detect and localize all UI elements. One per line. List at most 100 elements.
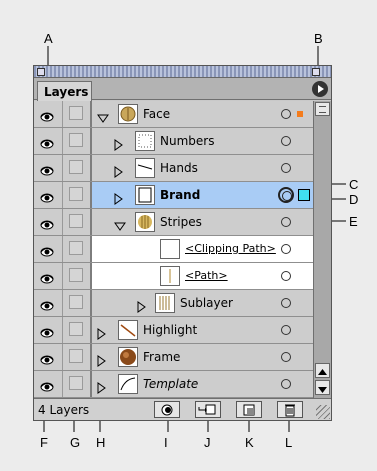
visibility-column[interactable] [34, 317, 63, 343]
lock-toggle-box[interactable] [69, 187, 83, 201]
lock-column[interactable] [63, 182, 92, 208]
visibility-column[interactable] [34, 236, 63, 262]
target-circle-icon[interactable] [281, 352, 291, 362]
layer-name[interactable]: <Path> [185, 269, 228, 282]
layer-content[interactable]: Template [92, 371, 313, 397]
lock-toggle-box[interactable] [69, 349, 83, 363]
visibility-column[interactable] [34, 128, 63, 154]
layer-content[interactable]: Stripes [92, 209, 313, 235]
expand-triangle-closed-icon[interactable] [137, 298, 147, 317]
lock-column[interactable] [63, 344, 92, 370]
layer-row[interactable]: Brand [34, 182, 313, 209]
eye-icon[interactable] [40, 108, 54, 122]
make-clipping-mask-button[interactable] [154, 401, 180, 418]
eye-icon[interactable] [40, 135, 54, 149]
visibility-column[interactable] [34, 209, 63, 235]
scroll-up-arrow[interactable] [315, 363, 330, 378]
target-selected-icon[interactable] [278, 187, 294, 203]
expand-triangle-closed-icon[interactable] [114, 190, 124, 209]
expand-triangle-closed-icon[interactable] [97, 352, 107, 371]
visibility-column[interactable] [34, 371, 63, 397]
eye-icon[interactable] [40, 297, 54, 311]
expand-triangle-closed-icon[interactable] [114, 136, 124, 155]
scrollbar[interactable] [313, 101, 331, 398]
lock-toggle-box[interactable] [69, 133, 83, 147]
close-box-icon[interactable] [37, 68, 45, 76]
target-circle-icon[interactable] [281, 163, 291, 173]
layer-name[interactable]: Frame [143, 350, 180, 364]
layer-row[interactable]: Frame [34, 344, 313, 371]
lock-toggle-box[interactable] [69, 295, 83, 309]
layer-name[interactable]: Brand [160, 188, 200, 202]
target-circle-icon[interactable] [281, 136, 291, 146]
scroll-thumb[interactable] [315, 102, 330, 116]
layer-name[interactable]: Highlight [143, 323, 197, 337]
lock-column[interactable] [63, 371, 92, 397]
lock-column[interactable] [63, 317, 92, 343]
lock-toggle-box[interactable] [69, 376, 83, 390]
layer-content[interactable]: Sublayer [92, 290, 313, 316]
layer-content[interactable]: Brand [92, 182, 313, 208]
target-circle-icon[interactable] [281, 109, 291, 119]
eye-icon[interactable] [40, 378, 54, 392]
lock-column[interactable] [63, 101, 92, 127]
lock-toggle-box[interactable] [69, 322, 83, 336]
layer-name[interactable]: Face [143, 107, 170, 121]
lock-column[interactable] [63, 236, 92, 262]
layer-content[interactable]: Face [92, 101, 313, 127]
panel-menu-button[interactable] [312, 81, 328, 97]
target-circle-icon[interactable] [281, 244, 291, 254]
eye-icon[interactable] [40, 189, 54, 203]
target-circle-icon[interactable] [281, 325, 291, 335]
target-circle-icon[interactable] [281, 379, 291, 389]
new-layer-button[interactable] [236, 401, 262, 418]
layer-row[interactable]: Sublayer [34, 290, 313, 317]
eye-icon[interactable] [40, 243, 54, 257]
expand-triangle-open-icon[interactable] [114, 217, 126, 236]
layer-row[interactable]: Hands [34, 155, 313, 182]
layer-row[interactable]: Stripes [34, 209, 313, 236]
scroll-down-arrow[interactable] [315, 380, 330, 395]
new-sublayer-button[interactable] [195, 401, 221, 418]
visibility-column[interactable] [34, 182, 63, 208]
layer-content[interactable]: Frame [92, 344, 313, 370]
lock-column[interactable] [63, 209, 92, 235]
eye-icon[interactable] [40, 324, 54, 338]
layer-content[interactable]: <Clipping Path> [92, 236, 313, 262]
layer-row[interactable]: Template [34, 371, 313, 398]
layer-row[interactable]: Highlight [34, 317, 313, 344]
panel-title-bar[interactable] [34, 66, 331, 78]
layer-content[interactable]: Hands [92, 155, 313, 181]
lock-column[interactable] [63, 155, 92, 181]
lock-toggle-box[interactable] [69, 160, 83, 174]
layer-name[interactable]: Template [143, 377, 198, 391]
eye-icon[interactable] [40, 270, 54, 284]
layer-name[interactable]: <Clipping Path> [185, 242, 276, 255]
eye-icon[interactable] [40, 162, 54, 176]
layer-content[interactable]: <Path> [92, 263, 313, 289]
eye-icon[interactable] [40, 351, 54, 365]
eye-icon[interactable] [40, 216, 54, 230]
target-circle-icon[interactable] [281, 298, 291, 308]
lock-column[interactable] [63, 290, 92, 316]
visibility-column[interactable] [34, 263, 63, 289]
visibility-column[interactable] [34, 155, 63, 181]
layer-name[interactable]: Stripes [160, 215, 202, 229]
layer-name[interactable]: Numbers [160, 134, 214, 148]
visibility-column[interactable] [34, 344, 63, 370]
target-circle-icon[interactable] [281, 271, 291, 281]
layer-row[interactable]: Numbers [34, 128, 313, 155]
layer-row[interactable]: Face [34, 101, 313, 128]
layer-row[interactable]: <Path> [34, 263, 313, 290]
lock-toggle-box[interactable] [69, 214, 83, 228]
resize-grip-icon[interactable] [316, 405, 330, 419]
target-circle-icon[interactable] [281, 217, 291, 227]
lock-column[interactable] [63, 263, 92, 289]
delete-layer-button[interactable] [277, 401, 303, 418]
zoom-box-icon[interactable] [312, 68, 320, 76]
lock-toggle-box[interactable] [69, 106, 83, 120]
layer-name[interactable]: Sublayer [180, 296, 233, 310]
expand-triangle-closed-icon[interactable] [97, 379, 107, 398]
layer-content[interactable]: Numbers [92, 128, 313, 154]
lock-toggle-box[interactable] [69, 268, 83, 282]
